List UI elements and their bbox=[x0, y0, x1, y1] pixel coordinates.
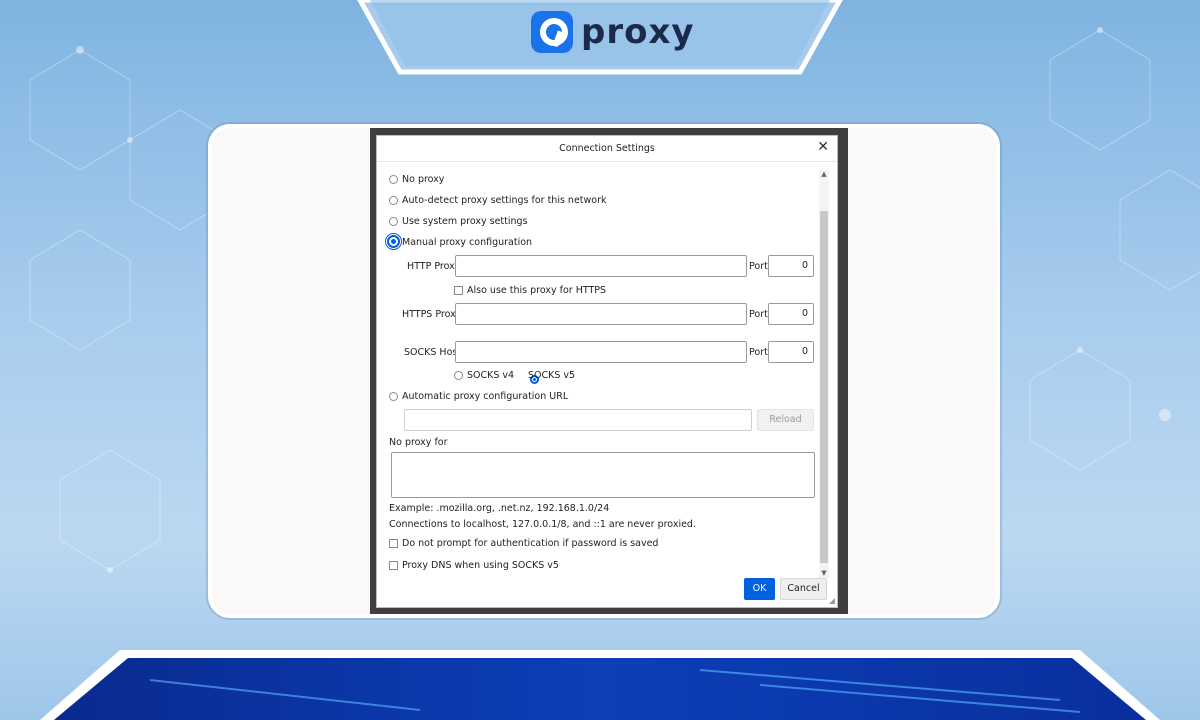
auto-detect-label[interactable]: Auto-detect proxy settings for this netw… bbox=[402, 195, 607, 206]
auto-config-url-input[interactable] bbox=[404, 409, 752, 431]
dialog-title: Connection Settings bbox=[559, 143, 655, 154]
also-https-label[interactable]: Also use this proxy for HTTPS bbox=[467, 285, 606, 296]
scroll-up-icon[interactable]: ▲ bbox=[820, 170, 828, 178]
scroll-down-icon[interactable]: ▼ bbox=[820, 569, 828, 577]
no-proxy-for-textarea[interactable] bbox=[391, 452, 815, 498]
resize-grip-icon[interactable]: ◢ bbox=[829, 596, 835, 605]
localhost-note: Connections to localhost, 127.0.0.1/8, a… bbox=[389, 519, 696, 530]
https-port-label: Port bbox=[749, 309, 768, 320]
no-proxy-radio[interactable] bbox=[389, 175, 398, 184]
auto-config-url-label[interactable]: Automatic proxy configuration URL bbox=[402, 391, 568, 402]
socks-v4-radio[interactable] bbox=[454, 371, 463, 380]
reload-button[interactable]: Reload bbox=[757, 409, 814, 431]
manual-proxy-label[interactable]: Manual proxy configuration bbox=[402, 237, 532, 248]
ok-button[interactable]: OK bbox=[744, 578, 775, 600]
bottom-decorative-panel bbox=[40, 650, 1160, 720]
proxy-dns-checkbox[interactable] bbox=[389, 561, 398, 570]
http-proxy-label: HTTP Proxy bbox=[407, 261, 461, 272]
connection-settings-dialog: Connection Settings ✕ No proxy Auto-dete… bbox=[376, 135, 838, 608]
dialog-titlebar: Connection Settings ✕ bbox=[377, 136, 837, 162]
http-port-input[interactable]: 0 bbox=[768, 255, 814, 277]
socks-port-label: Port bbox=[749, 347, 768, 358]
no-prompt-auth-label[interactable]: Do not prompt for authentication if pass… bbox=[402, 538, 658, 549]
cancel-button[interactable]: Cancel bbox=[780, 578, 827, 600]
socks-host-input[interactable] bbox=[455, 341, 747, 363]
scrollbar-thumb[interactable] bbox=[820, 211, 828, 563]
http-proxy-input[interactable] bbox=[455, 255, 747, 277]
no-prompt-auth-checkbox[interactable] bbox=[389, 539, 398, 548]
socks-host-label: SOCKS Host bbox=[404, 347, 462, 358]
brand-logo: proxy bbox=[531, 10, 695, 54]
dialog-scrollbar[interactable]: ▲ ▼ bbox=[819, 169, 829, 578]
brand-name: proxy bbox=[581, 12, 695, 52]
no-proxy-label[interactable]: No proxy bbox=[402, 174, 444, 185]
https-proxy-input[interactable] bbox=[455, 303, 747, 325]
example-text: Example: .mozilla.org, .net.nz, 192.168.… bbox=[389, 503, 610, 514]
system-proxy-label[interactable]: Use system proxy settings bbox=[402, 216, 528, 227]
no-proxy-for-label: No proxy for bbox=[389, 437, 448, 448]
https-port-input[interactable]: 0 bbox=[768, 303, 814, 325]
also-https-checkbox[interactable] bbox=[454, 286, 463, 295]
https-proxy-label: HTTPS Proxy bbox=[402, 309, 462, 320]
socks-port-input[interactable]: 0 bbox=[768, 341, 814, 363]
auto-config-url-radio[interactable] bbox=[389, 392, 398, 401]
close-icon[interactable]: ✕ bbox=[817, 139, 829, 155]
auto-detect-radio[interactable] bbox=[389, 196, 398, 205]
http-port-label: Port bbox=[749, 261, 768, 272]
brand-logo-icon bbox=[531, 11, 573, 53]
system-proxy-radio[interactable] bbox=[389, 217, 398, 226]
socks-v5-label[interactable]: SOCKS v5 bbox=[528, 370, 575, 381]
socks-v4-label[interactable]: SOCKS v4 bbox=[467, 370, 514, 381]
proxy-dns-label[interactable]: Proxy DNS when using SOCKS v5 bbox=[402, 560, 559, 571]
manual-proxy-radio[interactable] bbox=[385, 233, 402, 250]
